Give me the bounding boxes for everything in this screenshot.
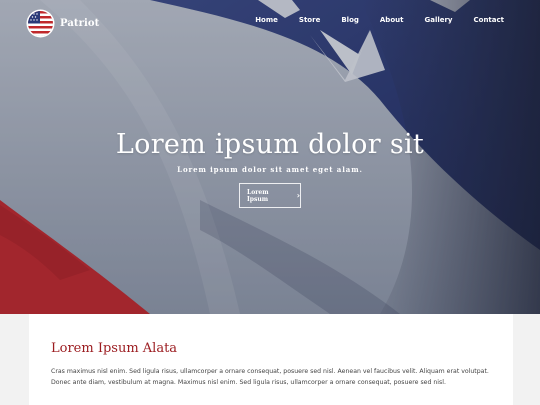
nav-item-about[interactable]: About	[380, 16, 404, 24]
hero-banner: Patriot Home Store Blog About Gallery Co…	[0, 0, 540, 314]
chevron-right-icon: ›	[296, 191, 300, 200]
brand-name: Patriot	[60, 18, 100, 29]
content-card: Lorem Ipsum Alata Cras maximus nisl enim…	[29, 314, 513, 405]
hero-subtitle: Lorem ipsum dolor sit amet eget alam.	[177, 165, 363, 174]
nav-item-store[interactable]: Store	[299, 16, 320, 24]
nav-item-gallery[interactable]: Gallery	[424, 16, 452, 24]
nav-item-blog[interactable]: Blog	[341, 16, 359, 24]
content-heading: Lorem Ipsum Alata	[51, 341, 178, 356]
us-flag-icon	[28, 11, 53, 36]
hero-cta-button[interactable]: Lorem Ipsum ›	[239, 183, 301, 208]
nav-item-home[interactable]: Home	[255, 16, 278, 24]
content-body: Cras maximus nisl enim. Sed ligula risus…	[51, 368, 489, 386]
nav-item-contact[interactable]: Contact	[474, 16, 505, 24]
hero-cta-label: Lorem Ipsum	[247, 188, 269, 203]
main-nav: Home Store Blog About Gallery Contact	[234, 16, 504, 24]
hero-title: Lorem ipsum dolor sit	[115, 129, 425, 160]
brand[interactable]: Patriot	[28, 11, 99, 36]
